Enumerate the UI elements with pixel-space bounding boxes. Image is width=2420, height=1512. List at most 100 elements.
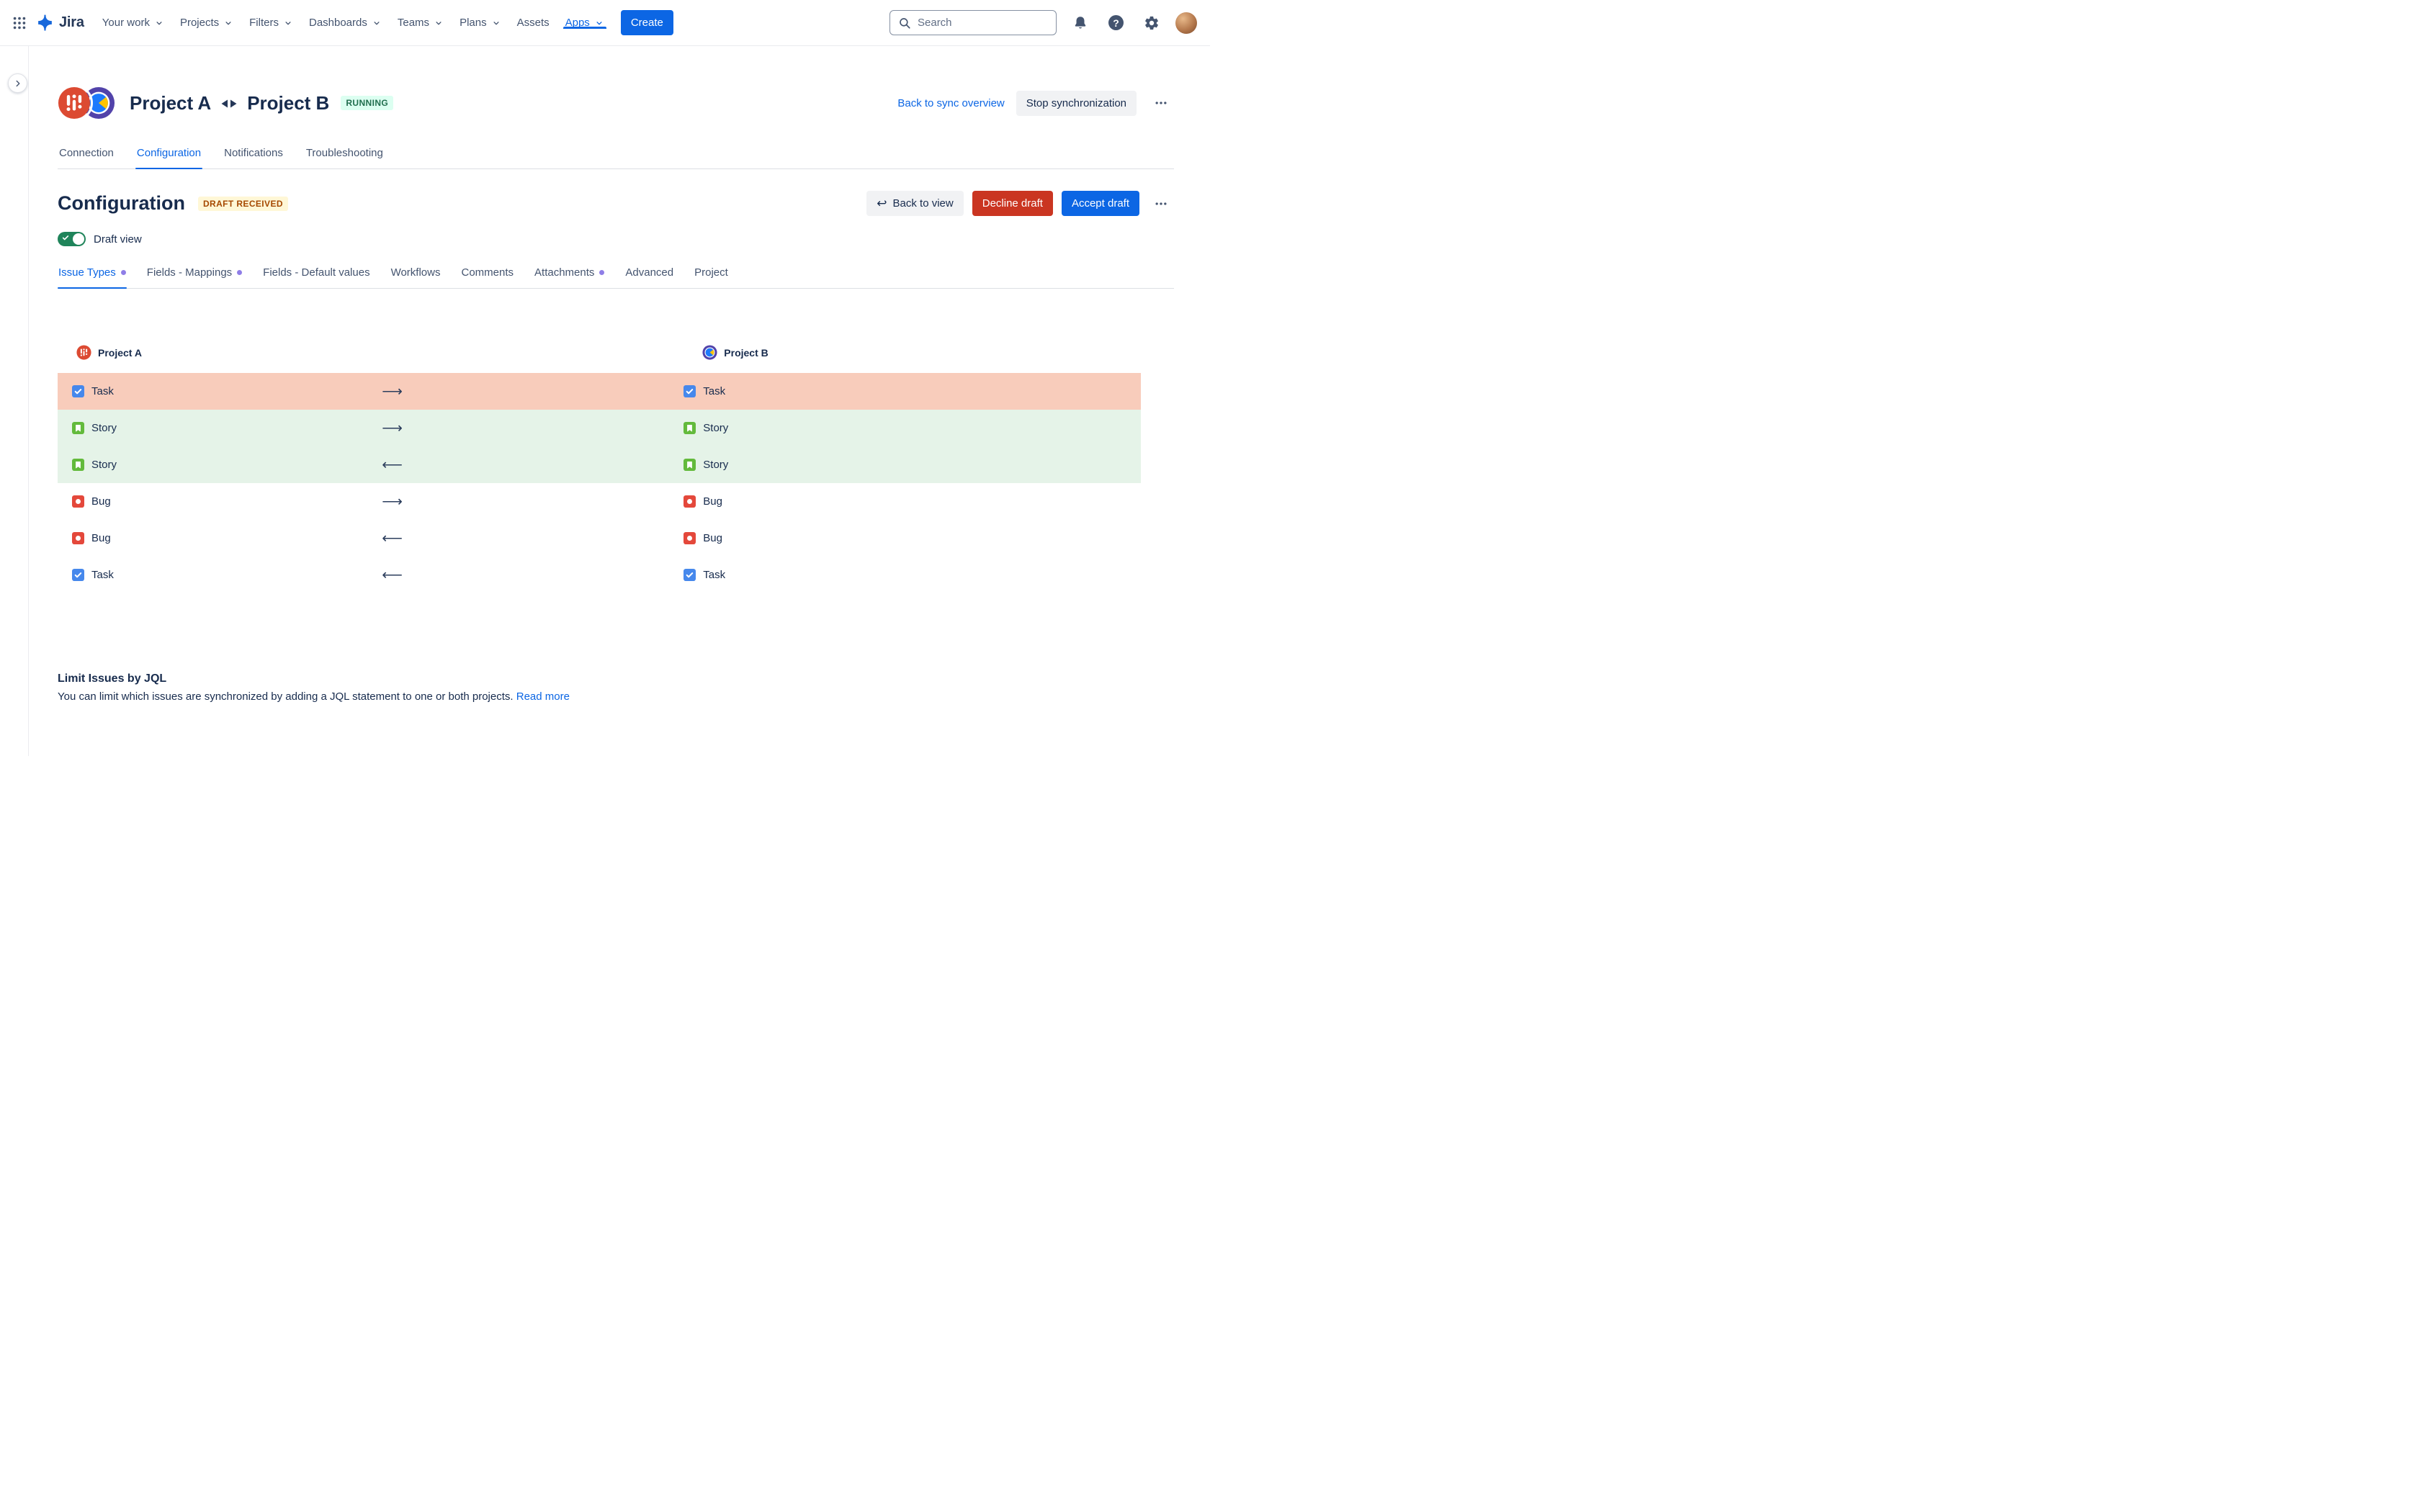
subtab-label: Issue Types [58,266,116,279]
mapping-left-cell: Story [58,459,380,471]
configuration-header: Configuration DRAFT RECEIVED ↩ Back to v… [58,191,1174,216]
help-icon: ? [1108,15,1124,30]
issue-type-label: Task [703,385,725,397]
nav-item-plans[interactable]: Plans [452,17,509,29]
read-more-link[interactable]: Read more [516,690,570,703]
subtab-project[interactable]: Project [694,266,729,288]
config-subtabs: Issue Types Fields - Mappings Fields - Def… [58,266,1174,289]
issue-type-label: Task [91,569,114,581]
user-avatar[interactable] [1175,12,1197,34]
config-more-actions-button[interactable] [1148,192,1174,215]
nav-item-apps[interactable]: Apps [557,17,612,29]
mapping-left-cell: Bug [58,495,380,508]
ellipsis-icon [1154,197,1168,211]
sync-direction-right-arrow: ⟶ [380,495,684,509]
sync-header: Project A Project B RUNNING Back to sync… [58,86,1174,120]
nav-item-assets[interactable]: Assets [509,17,557,29]
chevron-down-icon [283,18,293,28]
subtab-workflows[interactable]: Workflows [390,266,442,288]
issue-type-label: Story [91,459,117,471]
draft-received-badge: DRAFT RECEIVED [198,197,288,211]
project-b-avatar-small [702,345,717,360]
top-nav: Jira Your work Projects Filters Dashboards T… [0,0,1210,46]
changes-dot-icon [599,270,604,275]
nav-item-your-work[interactable]: Your work [94,17,172,29]
jira-logo[interactable]: Jira [36,14,84,32]
subtab-label: Advanced [625,266,673,279]
notifications-button[interactable] [1068,11,1093,35]
tab-label: Configuration [137,147,201,159]
mapping-row[interactable]: Task⟶Task [58,373,1141,410]
issue-type-label: Bug [91,495,111,508]
project-b-column-header: Project B [684,345,1141,360]
mapping-left-cell: Story [58,422,380,434]
sync-direction-left-arrow: ⟵ [380,531,684,546]
subtab-label: Fields - Default values [263,266,369,279]
nav-item-label: Plans [460,17,487,29]
accept-draft-button[interactable]: Accept draft [1062,191,1139,216]
nav-item-filters[interactable]: Filters [241,17,301,29]
search-input[interactable] [918,17,1048,29]
subtab-comments[interactable]: Comments [460,266,514,288]
configuration-heading: Configuration [58,192,185,215]
nav-item-teams[interactable]: Teams [390,17,452,29]
issue-type-label: Bug [703,532,722,544]
tab-connection[interactable]: Connection [58,147,115,168]
chevron-down-icon [372,18,382,28]
tab-label: Connection [59,147,114,159]
story-icon [684,422,696,434]
back-to-sync-overview-link[interactable]: Back to sync overview [897,97,1004,109]
draft-view-toggle[interactable] [58,232,86,246]
nav-item-label: Your work [102,17,150,29]
back-to-view-button[interactable]: ↩ Back to view [866,191,963,216]
mapping-row[interactable]: Story⟵Story [58,446,1141,483]
tab-troubleshooting[interactable]: Troubleshooting [305,147,385,168]
mapping-row[interactable]: Bug⟵Bug [58,520,1141,557]
task-icon [684,385,696,397]
subtab-issue-types[interactable]: Issue Types [58,266,127,288]
project-avatars [58,86,115,120]
issue-type-label: Story [703,422,728,434]
app-grid-icon [12,15,27,31]
mapping-row[interactable]: Bug⟶Bug [58,483,1141,520]
project-a-column-label: Project A [98,347,142,359]
return-arrow-icon: ↩ [877,197,887,210]
expand-sidebar-button[interactable] [8,73,27,93]
nav-item-label: Assets [517,17,550,29]
sync-direction-right-arrow: ⟶ [380,421,684,436]
gear-icon [1144,15,1160,31]
nav-item-label: Dashboards [309,17,367,29]
stop-synchronization-button[interactable]: Stop synchronization [1016,91,1137,116]
chevron-down-icon [223,18,233,28]
subtab-advanced[interactable]: Advanced [624,266,674,288]
nav-item-dashboards[interactable]: Dashboards [301,17,390,29]
tab-label: Troubleshooting [306,147,383,159]
mapping-row[interactable]: Story⟶Story [58,410,1141,446]
create-button[interactable]: Create [621,10,673,35]
tab-notifications[interactable]: Notifications [223,147,284,168]
chevron-down-icon [594,18,604,28]
mapping-row[interactable]: Task⟵Task [58,557,1141,593]
bug-icon [72,532,84,544]
jql-heading: Limit Issues by JQL [58,672,1174,685]
subtab-fields-mappings[interactable]: Fields - Mappings [146,266,243,288]
ellipsis-icon [1154,96,1168,110]
nav-item-projects[interactable]: Projects [172,17,241,29]
subtab-attachments[interactable]: Attachments [534,266,605,288]
sync-more-actions-button[interactable] [1148,91,1174,114]
mapping-right-cell: Story [684,459,1141,471]
draft-view-label: Draft view [94,233,142,246]
nav-item-label: Teams [398,17,429,29]
toggle-knob [73,233,84,245]
settings-button[interactable] [1139,11,1164,35]
nav-item-label: Projects [180,17,219,29]
mapping-header: Project A Project B [58,345,1141,360]
tab-configuration[interactable]: Configuration [135,147,202,168]
jira-logo-icon [36,14,54,32]
subtab-fields-default-values[interactable]: Fields - Default values [262,266,370,288]
app-switcher-button[interactable] [7,11,32,35]
tab-label: Notifications [224,147,283,159]
help-button[interactable]: ? [1104,11,1128,35]
decline-draft-button[interactable]: Decline draft [972,191,1053,216]
jql-description: You can limit which issues are synchroni… [58,690,1174,703]
